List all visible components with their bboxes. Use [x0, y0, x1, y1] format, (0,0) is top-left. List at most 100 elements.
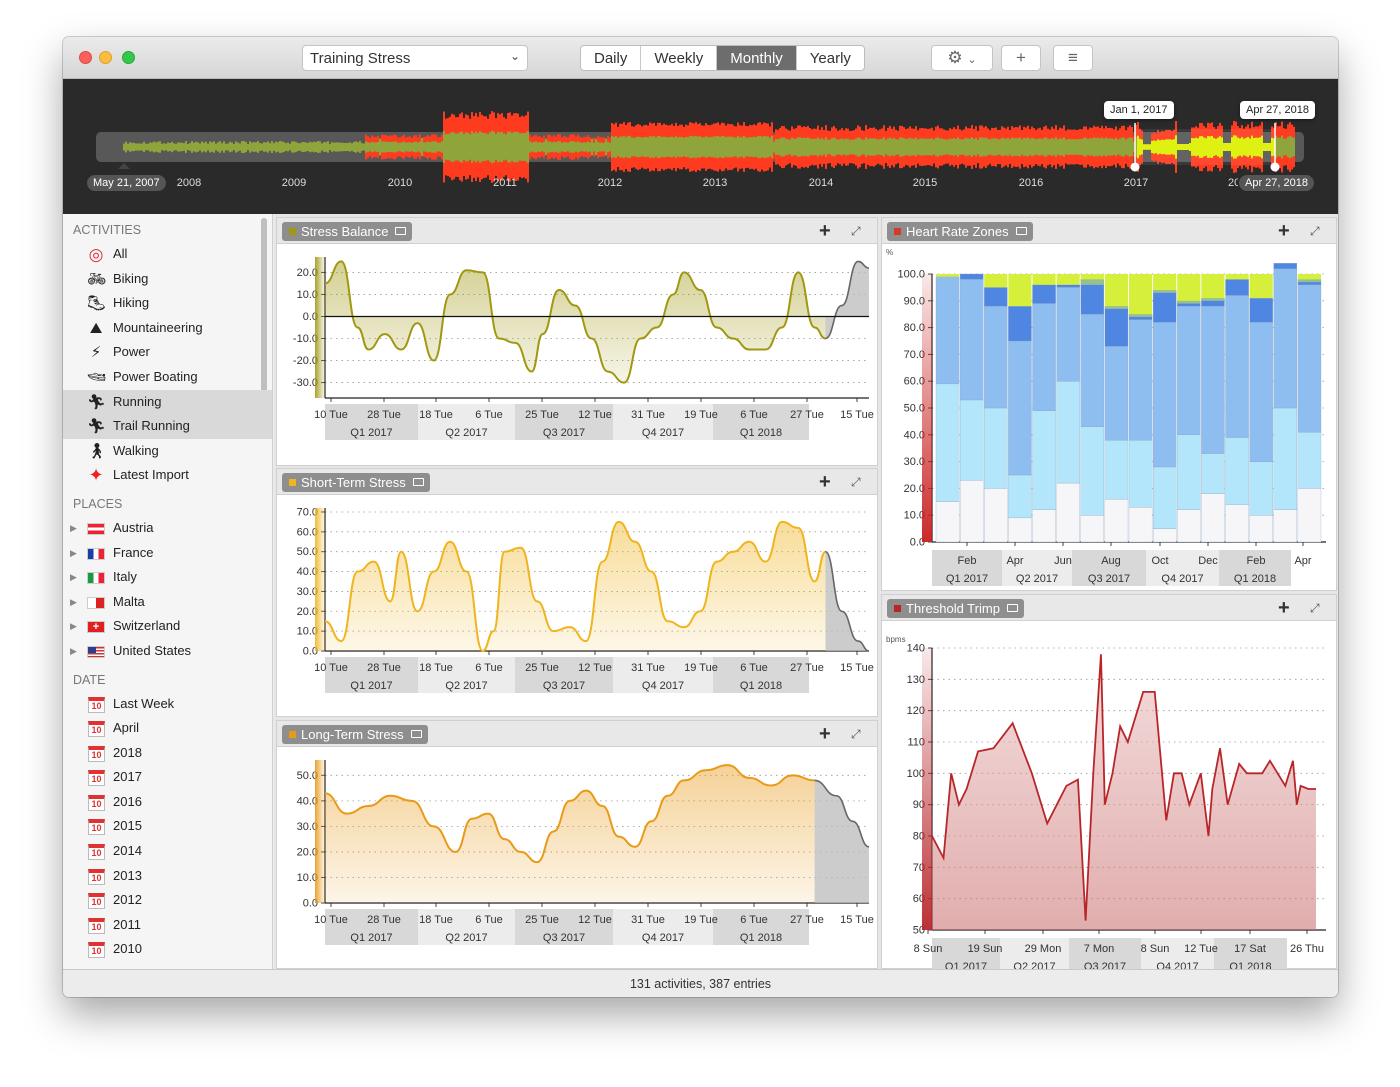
zoom-button[interactable]: [122, 51, 135, 64]
popout-icon: [1015, 227, 1027, 235]
y-axis-color-strip: [315, 508, 325, 651]
popout-icon: [1006, 604, 1018, 612]
add-chart-button[interactable]: +: [819, 471, 831, 494]
x-tick-label: 6 Tue: [740, 914, 768, 926]
expand-icon[interactable]: ⤢: [851, 727, 864, 741]
disclosure-triangle-icon[interactable]: ▶: [70, 614, 77, 639]
bar-segment: [1249, 297, 1273, 323]
bar-segment: [1297, 488, 1322, 543]
period-daily-button[interactable]: Daily: [581, 46, 642, 70]
y-tick-label: 20.0: [297, 846, 318, 858]
sidebar-date-2015[interactable]: 10 2015: [63, 814, 272, 839]
x-tick-label: Apr: [1294, 555, 1311, 567]
panel-title-button[interactable]: Threshold Trimp: [887, 599, 1024, 618]
sidebar-item-all[interactable]: ◎ All: [63, 242, 272, 267]
add-chart-button[interactable]: +: [819, 723, 831, 746]
x-tick-label: 6 Tue: [740, 409, 768, 421]
panel-title-button[interactable]: Long-Term Stress: [282, 725, 428, 744]
panel-header: Threshold Trimp + ⤢: [882, 595, 1336, 621]
sidebar-item-power[interactable]: ⚡︎ Power: [63, 340, 272, 365]
sidebar-date-2018[interactable]: 10 2018: [63, 741, 272, 766]
sidebar-date-april[interactable]: 10 April: [63, 716, 272, 741]
sidebar-date-2016[interactable]: 10 2016: [63, 790, 272, 815]
sidebar-item-label: United States: [113, 642, 192, 658]
disclosure-triangle-icon[interactable]: ▶: [70, 565, 77, 590]
disclosure-triangle-icon[interactable]: ▶: [70, 541, 77, 566]
period-monthly-button[interactable]: Monthly: [717, 46, 797, 70]
sidebar-item-power-boating[interactable]: 🚤︎ Power Boating: [63, 365, 272, 390]
add-button[interactable]: +: [1001, 45, 1041, 71]
period-weekly-button[interactable]: Weekly: [641, 46, 718, 70]
timeline-year-2017: 2017: [1123, 177, 1149, 189]
sidebar-place-italy[interactable]: ▶ Italy: [63, 565, 272, 590]
sidebar-item-label: Malta: [113, 593, 145, 609]
sidebar-item-biking[interactable]: 🚲︎ Biking: [63, 267, 272, 292]
bar-segment: [1273, 509, 1298, 543]
sidebar-place-austria[interactable]: ▶ Austria: [63, 516, 272, 541]
sidebar-date-2011[interactable]: 10 2011: [63, 913, 272, 938]
add-chart-button[interactable]: +: [819, 220, 831, 243]
sidebar-item-walking[interactable]: 🚶︎ Walking: [63, 439, 272, 464]
disclosure-triangle-icon[interactable]: ▶: [70, 516, 77, 541]
bar-segment: [1273, 263, 1298, 269]
metric-select[interactable]: Training Stress ⌄: [302, 45, 528, 71]
quarter-label: Q4 2017: [642, 932, 684, 944]
sidebar-item-latest-import[interactable]: ✦ Latest Import: [63, 463, 272, 488]
sidebar-item-trail-running[interactable]: 🏃︎ Trail Running: [63, 414, 272, 439]
sidebar-item-label: Biking: [113, 270, 149, 286]
sidebar-date-last-week[interactable]: 10 Last Week: [63, 692, 272, 717]
sidebar-date-2010[interactable]: 10 2010: [63, 937, 272, 962]
panel-title-button[interactable]: Heart Rate Zones: [887, 222, 1033, 241]
add-chart-button[interactable]: +: [1278, 597, 1290, 620]
boat-icon: 🚤︎: [87, 368, 107, 386]
period-yearly-button[interactable]: Yearly: [797, 46, 864, 70]
sidebar-place-united-states[interactable]: ▶ United States: [63, 639, 272, 664]
timeline-overview[interactable]: May 21, 2007 2008 2009 2010 2011 2012 2013 201…: [63, 79, 1338, 214]
sidebar-place-france[interactable]: ▶ France: [63, 541, 272, 566]
sidebar-date-2012[interactable]: 10 2012: [63, 888, 272, 913]
sidebar-date-2013[interactable]: 10 2013: [63, 864, 272, 889]
timeline-year-2011: 2011: [493, 177, 517, 189]
calendar-icon: 10: [88, 745, 105, 762]
y-tick-label: 80.0: [904, 322, 925, 334]
sidebar-item-mountaineering[interactable]: ⛰︎ Mountaineering: [63, 316, 272, 341]
bar-segment: [1032, 274, 1056, 285]
x-tick-label: 31 Tue: [631, 914, 665, 926]
close-button[interactable]: [79, 51, 92, 64]
sidebar-item-label: Power Boating: [113, 368, 198, 384]
bar-segment: [1225, 295, 1249, 438]
threshold-trimp-chart: bpms1401301201101009080706050Q1 2017 Q2 2…: [886, 635, 1326, 970]
x-tick-label: 8 Sun: [1141, 943, 1170, 955]
sidebar-item-hiking[interactable]: 🥾︎ Hiking: [63, 291, 272, 316]
running-icon: 🏃︎: [87, 393, 107, 411]
stress-balance-chart: 20.010.00.0-10.0-20.0-30.0Q1 2017 Q2 2017…: [293, 257, 874, 440]
sidebar-date-2014[interactable]: 10 2014: [63, 839, 272, 864]
list-button[interactable]: ≡: [1053, 45, 1093, 71]
bar-segment: [1056, 381, 1080, 484]
add-chart-button[interactable]: +: [1278, 220, 1290, 243]
flag-austria-icon: [87, 522, 105, 535]
minimize-button[interactable]: [99, 51, 112, 64]
disclosure-triangle-icon[interactable]: ▶: [70, 639, 77, 664]
bar-segment: [1273, 268, 1298, 409]
timeline-chart: [96, 111, 1304, 183]
sidebar-place-switzerland[interactable]: ▶ + Switzerland: [63, 614, 272, 639]
x-tick-label: 18 Tue: [419, 409, 453, 421]
expand-icon[interactable]: ⤢: [851, 224, 864, 238]
sidebar-place-malta[interactable]: ▶ Malta: [63, 590, 272, 615]
expand-icon[interactable]: ⤢: [1310, 601, 1323, 615]
panel-title-button[interactable]: Stress Balance: [282, 222, 413, 241]
selection-handle: [1270, 162, 1280, 172]
bar-segment: [1249, 322, 1273, 462]
panel-title-button[interactable]: Short-Term Stress: [282, 473, 430, 492]
disclosure-triangle-icon[interactable]: ▶: [70, 590, 77, 615]
quarter-label: Q1 2017: [350, 932, 392, 944]
expand-icon[interactable]: ⤢: [1310, 224, 1323, 238]
bar-segment: [1297, 281, 1322, 285]
bar-segment: [1225, 279, 1249, 296]
expand-icon[interactable]: ⤢: [851, 475, 864, 489]
sidebar-date-2017[interactable]: 10 2017: [63, 765, 272, 790]
settings-button[interactable]: ⚙ ⌄: [931, 45, 993, 71]
sidebar-item-label: Hiking: [113, 295, 150, 311]
sidebar-item-running[interactable]: 🏃︎ Running: [63, 389, 272, 415]
